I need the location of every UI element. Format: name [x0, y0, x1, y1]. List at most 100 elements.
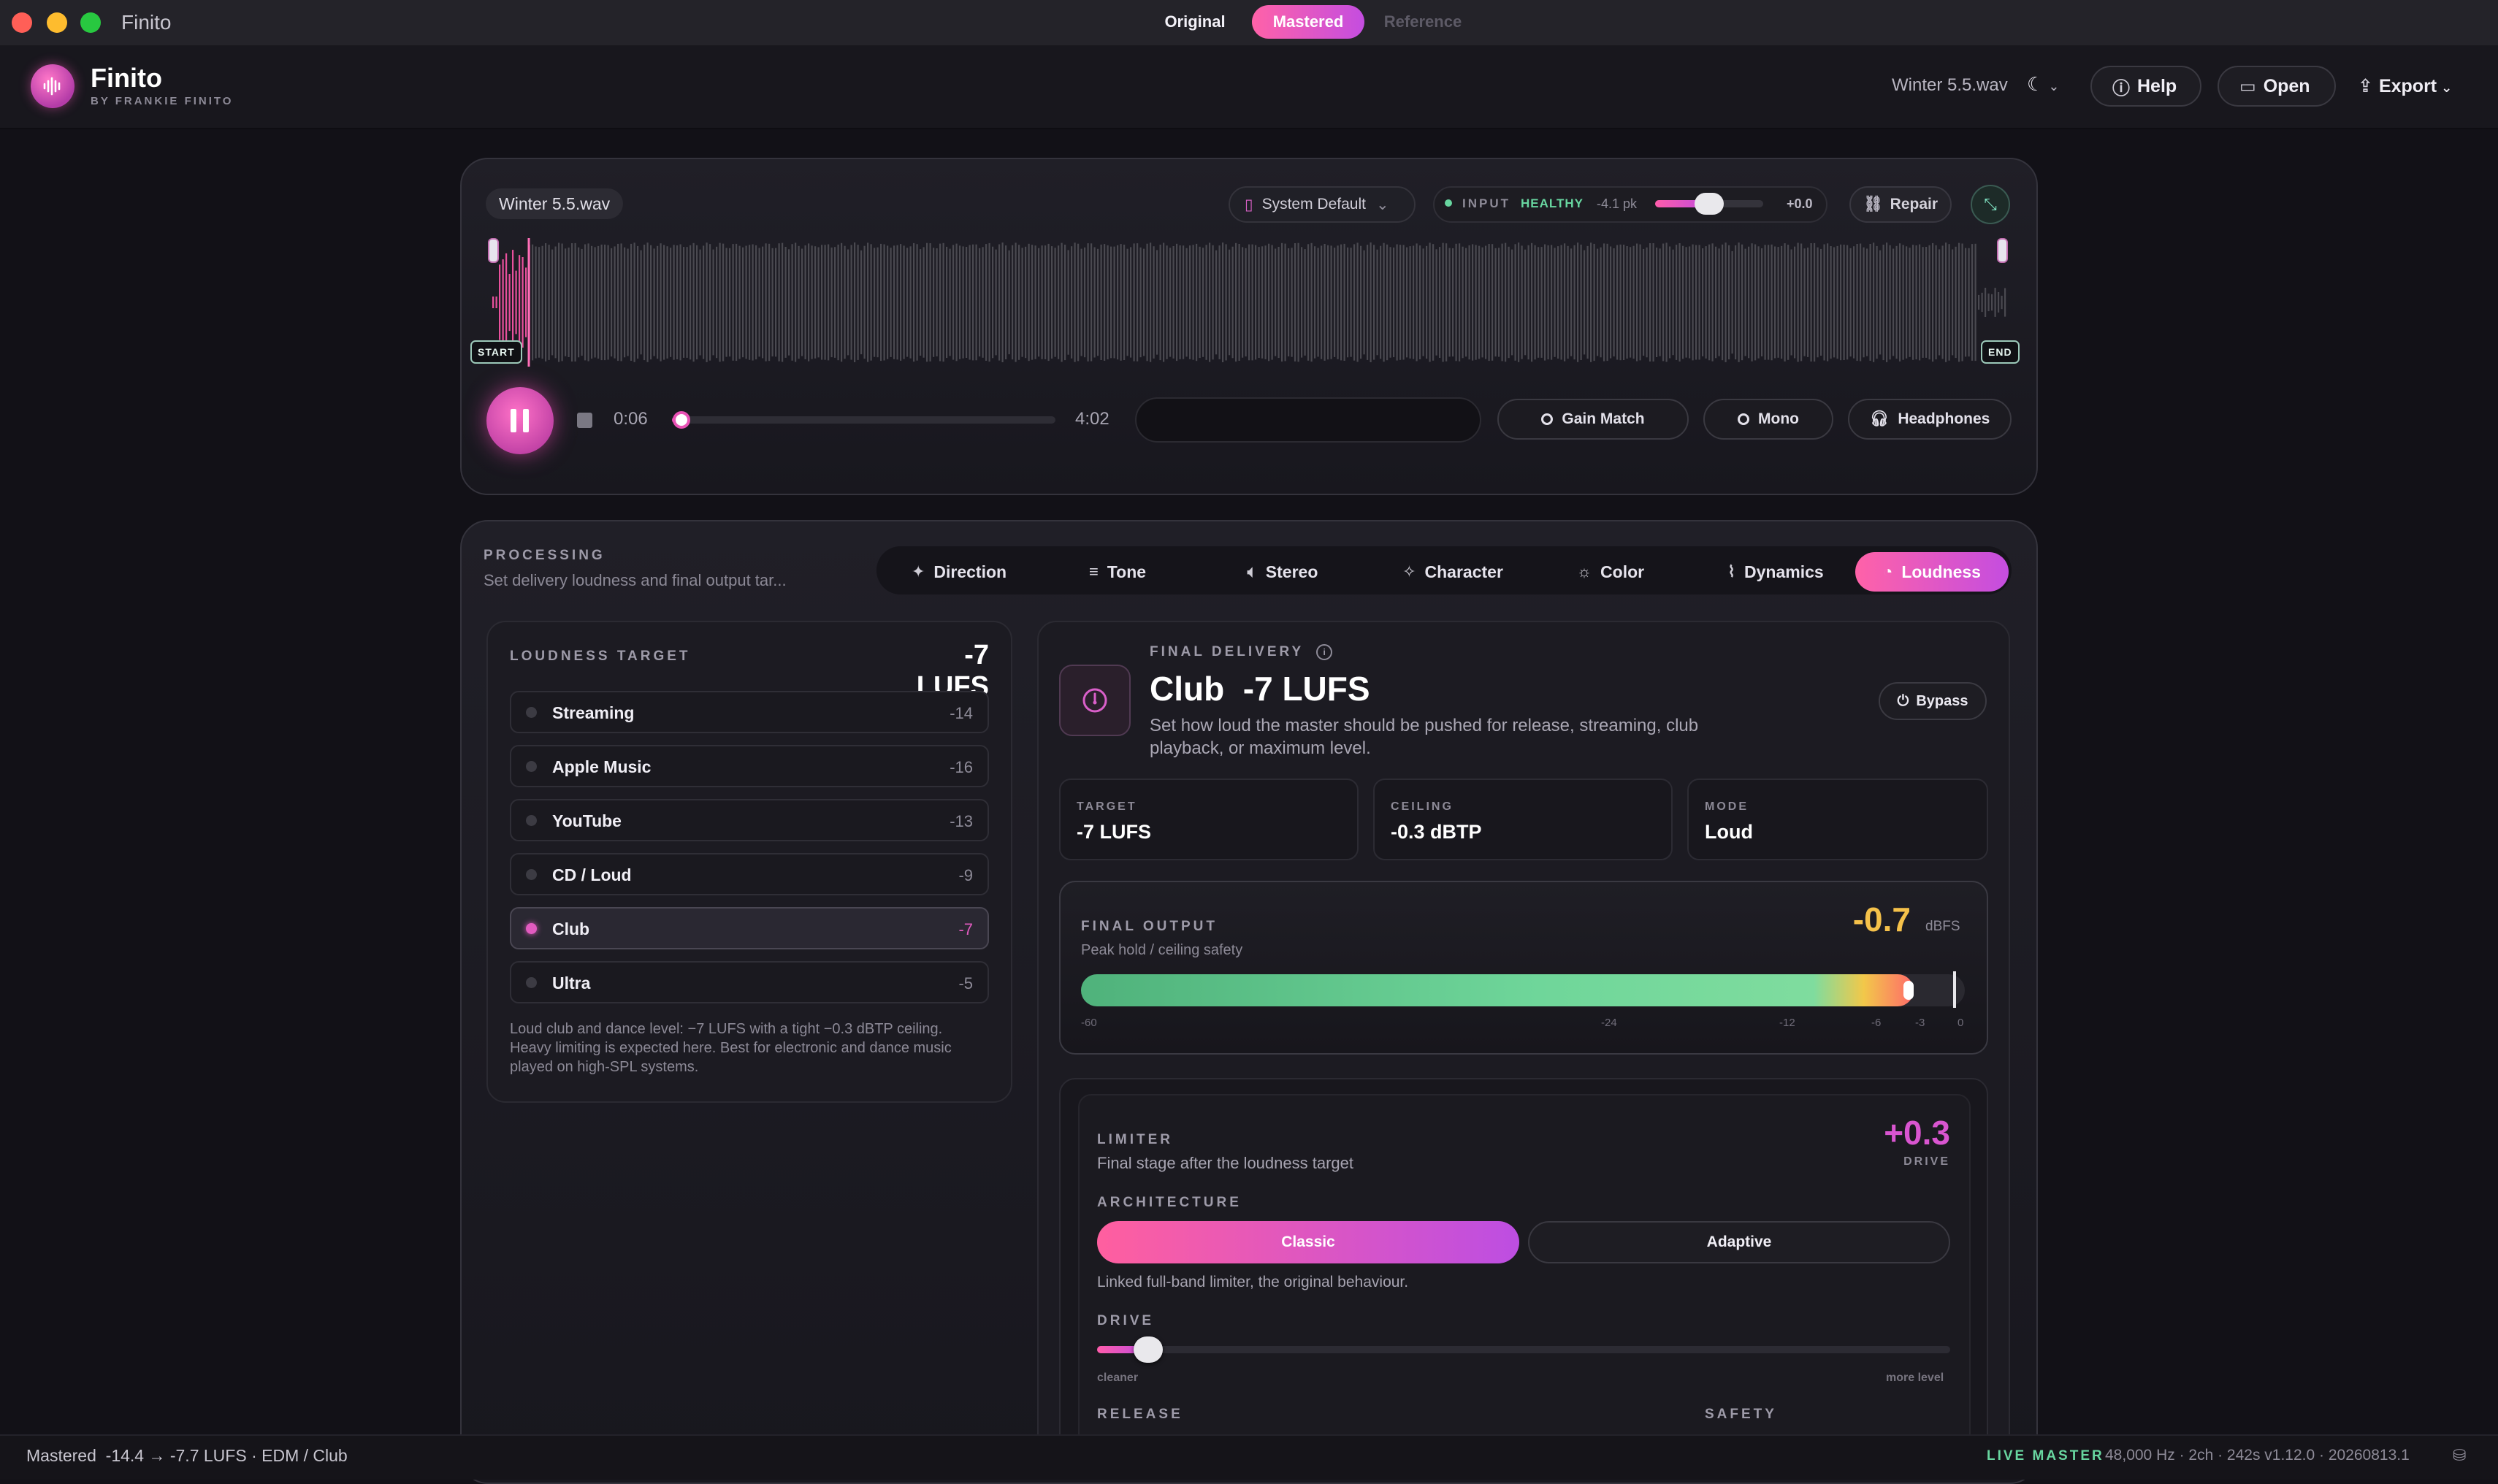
waveform-bar — [1941, 245, 1944, 359]
waveform-bar — [801, 248, 803, 356]
waveform-bar — [525, 267, 527, 337]
waveform-bar — [966, 247, 968, 358]
waveform-bar — [1163, 242, 1165, 362]
tab-color[interactable]: ☼ Color — [1541, 552, 1680, 592]
waveform-bar — [985, 244, 988, 361]
loudness-option-apple-music[interactable]: Apple Music -16 — [510, 745, 989, 787]
waveform-bar — [1751, 243, 1753, 362]
waveform-bar — [1669, 246, 1671, 359]
waveform-bar — [736, 243, 738, 362]
loudness-description: Loud club and dance level: −7 LUFS with … — [510, 1021, 952, 1075]
loudness-option-club[interactable]: Club -7 — [510, 907, 989, 949]
stop-button[interactable] — [577, 413, 592, 428]
loudness-option-streaming[interactable]: Streaming -14 — [510, 691, 989, 733]
seek-thumb[interactable] — [673, 411, 691, 429]
loudness-option-cd-loud[interactable]: CD / Loud -9 — [510, 853, 989, 895]
waveform-bar — [1902, 245, 1904, 360]
waveform-bar — [633, 242, 635, 362]
waveform-bar — [1113, 246, 1115, 359]
loudness-option-youtube[interactable]: YouTube -13 — [510, 799, 989, 841]
tab-stereo[interactable]: 🔈︎ Stereo — [1210, 552, 1356, 592]
pause-button[interactable] — [486, 387, 554, 454]
waveform-bar — [1255, 245, 1257, 360]
headphones-toggle[interactable]: 🎧︎ Headphones — [1848, 399, 2012, 440]
waveform-bar — [1294, 243, 1296, 362]
mono-toggle[interactable]: Mono — [1703, 399, 1833, 440]
reference-option[interactable]: Reference — [1370, 5, 1475, 39]
tab-character[interactable]: ✧ Character — [1372, 552, 1534, 592]
stat-mode: MODE Loud — [1687, 779, 1988, 860]
help-button[interactable]: ⓘ Help — [2090, 66, 2201, 107]
tab-tone[interactable]: ≡ Tone — [1044, 552, 1191, 592]
tab-color-label: Color — [1600, 562, 1645, 581]
output-device-select[interactable]: ▯ System Default ⌄ — [1229, 186, 1416, 223]
waveform-bar — [1432, 244, 1435, 361]
export-button[interactable]: ⇪ Export ⌄ — [2358, 75, 2452, 97]
waveform-bar — [1399, 245, 1402, 360]
zoom-window-button[interactable] — [80, 12, 101, 33]
repair-button[interactable]: ⛓ Repair — [1849, 186, 1952, 223]
waveform-bar — [1159, 245, 1161, 361]
waveform-bar — [1511, 249, 1513, 356]
waveform-bar — [738, 245, 741, 359]
minimize-window-button[interactable] — [47, 12, 67, 33]
bypass-button[interactable]: ⏻ Bypass — [1879, 682, 1987, 720]
end-trim-handle[interactable] — [1997, 238, 2008, 263]
waveform-bar — [1462, 246, 1464, 359]
pause-icon-bar — [523, 409, 529, 432]
waveform-bar — [1958, 242, 1960, 362]
close-window-button[interactable] — [12, 12, 32, 33]
tab-direction[interactable]: ✦ Direction — [891, 552, 1027, 592]
waveform-bar — [716, 246, 718, 359]
info-icon[interactable]: i — [1316, 644, 1333, 660]
tab-dynamics[interactable]: ⌇ Dynamics — [1699, 552, 1852, 592]
waveform-bar — [1363, 250, 1365, 355]
waveform-bar — [1077, 243, 1080, 362]
original-option[interactable]: Original — [1145, 5, 1245, 39]
architecture-classic[interactable]: Classic — [1097, 1221, 1519, 1263]
waveform-bar — [1768, 245, 1770, 360]
option-name: Streaming — [552, 703, 635, 722]
tab-loudness[interactable]: ◔ Loudness — [1855, 552, 2009, 592]
architecture-adaptive[interactable]: Adaptive — [1528, 1221, 1950, 1263]
output-meter-fill — [1081, 974, 1914, 1006]
mastered-option[interactable]: Mastered — [1252, 5, 1364, 39]
waveform-bar — [920, 249, 922, 356]
seek-bar[interactable] — [672, 416, 1055, 424]
waveform-bar — [867, 242, 869, 362]
waveform-bar — [624, 247, 626, 358]
waveform-bar — [1731, 250, 1733, 354]
waveform-bar — [1413, 245, 1415, 359]
waveform-bar — [1722, 244, 1724, 361]
input-gain-thumb[interactable] — [1695, 193, 1724, 215]
architecture-description: Linked full-band limiter, the original b… — [1097, 1274, 1409, 1290]
drive-slider[interactable] — [1097, 1346, 1950, 1353]
waveform-view[interactable] — [482, 234, 2016, 372]
waveform-bar — [1919, 244, 1921, 361]
window-title: Finito — [121, 11, 172, 34]
waveform-bar — [830, 247, 833, 358]
waveform-bar — [1061, 242, 1063, 362]
processing-title: PROCESSING — [484, 548, 606, 563]
collapse-player-button[interactable]: ⤡ — [1971, 185, 2010, 224]
waveform-bar — [1577, 242, 1579, 362]
drive-slider-thumb[interactable] — [1134, 1336, 1164, 1363]
waveform-bar — [1218, 245, 1221, 359]
waveform-bar — [1215, 250, 1218, 355]
waveform-bar — [1179, 245, 1181, 359]
waveform-bar — [637, 245, 639, 359]
waveform-bar — [1472, 244, 1474, 361]
waveform-bar — [1814, 242, 1816, 362]
gain-match-label: Gain Match — [1562, 410, 1645, 427]
waveform-bar — [1047, 243, 1050, 362]
waveform-bar — [1524, 249, 1527, 356]
waveform-bar — [1876, 245, 1878, 359]
waveform-bar — [630, 243, 633, 361]
waveform-bar — [1540, 247, 1543, 358]
start-trim-handle[interactable] — [488, 238, 499, 263]
loudness-option-ultra[interactable]: Ultra -5 — [510, 961, 989, 1003]
open-button[interactable]: ▭ Open — [2218, 66, 2336, 107]
theme-toggle[interactable]: ☾ ⌄ — [2027, 73, 2059, 96]
gain-match-toggle[interactable]: Gain Match — [1497, 399, 1689, 440]
waveform-bar — [1584, 250, 1586, 355]
